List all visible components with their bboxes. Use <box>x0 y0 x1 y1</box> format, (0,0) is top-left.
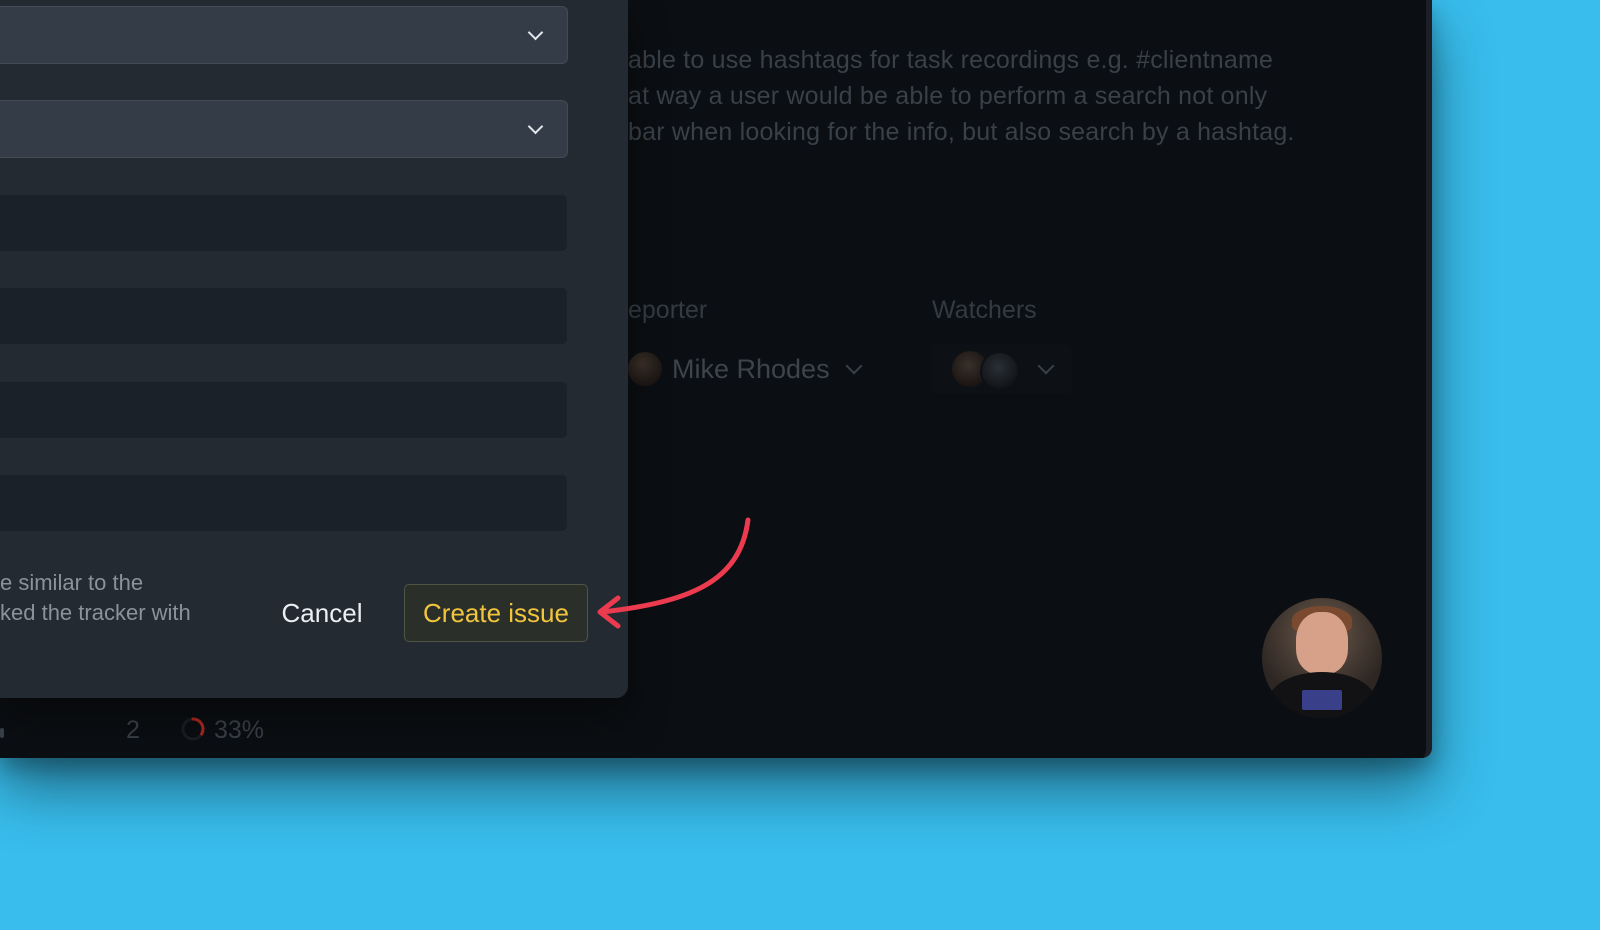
modal-select-2[interactable] <box>0 100 568 158</box>
reporter-name: Mike Rhodes <box>672 353 830 384</box>
watchers-select[interactable] <box>932 344 1072 394</box>
modal-text-field-1[interactable] <box>0 195 567 251</box>
footer-note-line: ked the tracker with <box>0 600 191 625</box>
progress-percent: 33% <box>214 716 265 744</box>
create-issue-modal: e similar to the ked the tracker with Ca… <box>0 0 628 698</box>
reporter-avatar <box>628 352 662 386</box>
modal-text-field-3[interactable] <box>0 382 567 438</box>
curved-arrow-icon <box>597 517 751 629</box>
chevron-down-icon <box>527 118 544 135</box>
cancel-button[interactable]: Cancel <box>262 584 382 642</box>
modal-select-1[interactable] <box>0 6 568 64</box>
chevron-down-icon <box>1037 357 1055 375</box>
status-dot <box>0 728 4 738</box>
chevron-down-icon <box>527 24 544 41</box>
create-issue-button[interactable]: Create issue <box>404 584 588 642</box>
stat-count: 2 <box>126 716 140 744</box>
modal-text-field-4[interactable] <box>0 475 567 531</box>
chevron-down-icon <box>845 357 863 375</box>
issue-stats: 2 33% <box>0 716 300 750</box>
avatar-face <box>1296 612 1348 674</box>
issue-description: able to use hashtags for task recordings… <box>628 42 1388 150</box>
modal-footer-note: e similar to the ked the tracker with <box>0 568 191 628</box>
reporter-select[interactable]: Mike Rhodes <box>622 344 884 394</box>
presenter-webcam-avatar <box>1262 598 1382 718</box>
watchers-avatars <box>952 351 1020 391</box>
reporter-label: eporter <box>628 296 708 324</box>
app-window: able to use hashtags for task recordings… <box>0 0 1432 758</box>
footer-note-line: e similar to the <box>0 570 144 595</box>
avatar-shirt-print <box>1302 690 1342 710</box>
description-line: at way a user would be able to perform a… <box>628 82 1268 110</box>
watcher-avatar <box>980 351 1020 391</box>
description-line: able to use hashtags for task recordings… <box>628 46 1274 74</box>
progress-ring-icon <box>181 717 205 741</box>
description-line: bar when looking for the info, but also … <box>628 118 1295 146</box>
modal-text-field-2[interactable] <box>0 288 567 344</box>
watchers-label: Watchers <box>932 296 1037 324</box>
